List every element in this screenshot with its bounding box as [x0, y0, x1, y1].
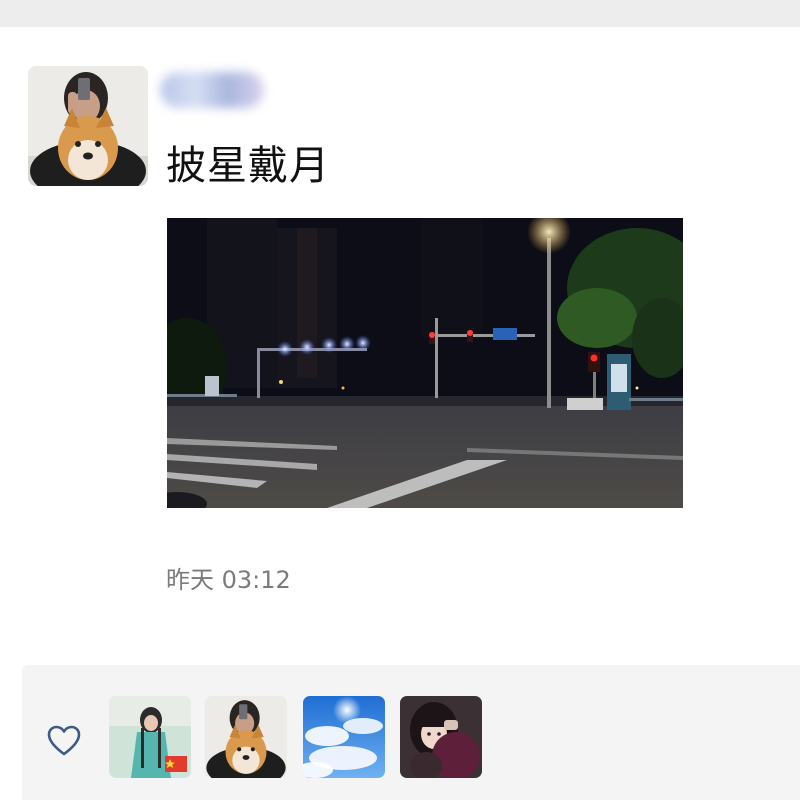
top-bar	[0, 0, 800, 27]
liker-avatar-3[interactable]	[303, 696, 385, 778]
post-text: 披星戴月	[166, 143, 330, 189]
night-street-image	[167, 218, 683, 508]
liker-avatar-4[interactable]	[400, 696, 482, 778]
blurred-name	[160, 72, 264, 108]
post-timestamp: 昨天 03:12	[166, 566, 291, 594]
author-avatar[interactable]	[28, 66, 148, 186]
person-with-dog-image	[28, 66, 148, 186]
liker-avatar-2[interactable]	[205, 696, 287, 778]
likes-panel	[22, 665, 800, 800]
post-photo[interactable]	[167, 218, 683, 508]
author-name[interactable]	[160, 72, 264, 108]
heart-outline-icon	[46, 723, 82, 759]
liker-avatar-1[interactable]	[109, 696, 191, 778]
